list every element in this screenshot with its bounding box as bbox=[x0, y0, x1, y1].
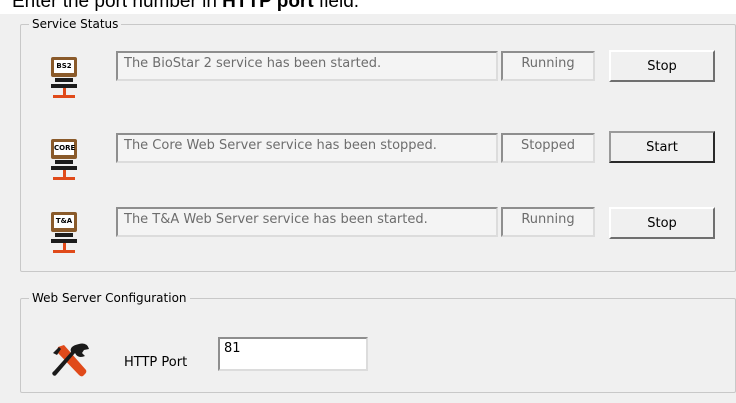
service-status-field: Running bbox=[501, 207, 595, 237]
core-server-icon: CORE bbox=[51, 139, 77, 183]
service-status-title: Service Status bbox=[29, 16, 122, 32]
ta-icon-label: T&A bbox=[54, 215, 74, 228]
service-message-field: The T&A Web Server service has been star… bbox=[116, 207, 498, 237]
ta-server-icon: T&A bbox=[51, 212, 77, 256]
http-port-label: HTTP Port bbox=[124, 355, 188, 370]
instruction-caption: Enter the port number in HTTP port field… bbox=[12, 0, 359, 12]
web-server-config-group: Web Server Configuration bbox=[20, 290, 736, 393]
web-server-config-title: Web Server Configuration bbox=[29, 290, 190, 306]
caption-text-end: field. bbox=[313, 0, 360, 12]
tools-icon bbox=[52, 343, 89, 377]
service-status-field: Running bbox=[501, 51, 595, 81]
bs2-icon-label: BS2 bbox=[54, 60, 74, 73]
caption-text: Enter the port number in bbox=[12, 0, 223, 12]
caption-bold: HTTP port bbox=[222, 0, 314, 12]
service-status-field: Stopped bbox=[501, 133, 595, 163]
service-message-field: The BioStar 2 service has been started. bbox=[116, 51, 498, 81]
stop-ta-button[interactable]: Stop bbox=[609, 207, 715, 239]
http-port-input[interactable] bbox=[218, 337, 368, 371]
bs2-server-icon: BS2 bbox=[51, 57, 77, 101]
core-icon-label: CORE bbox=[54, 142, 75, 155]
start-core-button[interactable]: Start bbox=[609, 131, 715, 163]
service-message-field: The Core Web Server service has been sto… bbox=[116, 133, 498, 163]
stop-bs2-button[interactable]: Stop bbox=[609, 50, 715, 82]
